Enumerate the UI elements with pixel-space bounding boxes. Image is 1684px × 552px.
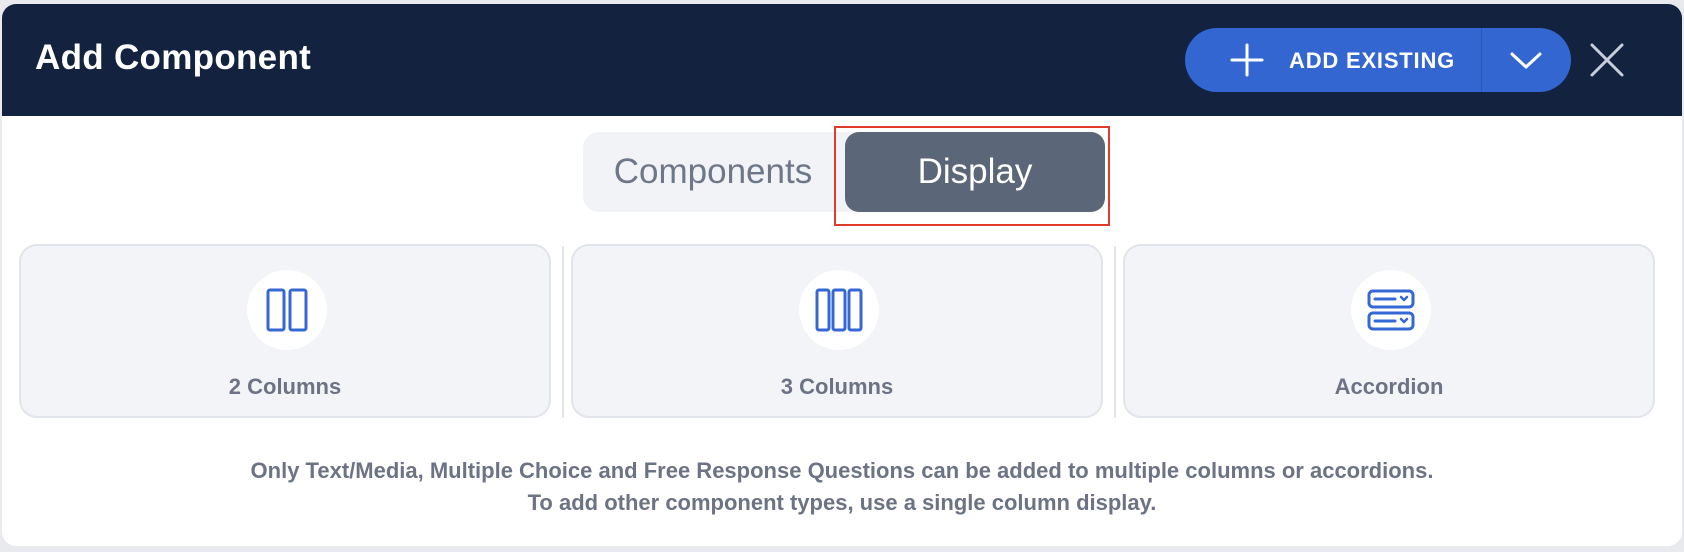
add-existing-split-button: ADD EXISTING: [1185, 28, 1571, 92]
tab-display[interactable]: Display: [845, 132, 1105, 212]
add-existing-button[interactable]: ADD EXISTING: [1185, 28, 1481, 92]
card-icon-circle: [799, 270, 879, 350]
three-columns-card[interactable]: 3 Columns: [571, 244, 1103, 418]
card-icon-circle: [1351, 270, 1431, 350]
accordion-card[interactable]: Accordion: [1123, 244, 1655, 418]
two-columns-card[interactable]: 2 Columns: [19, 244, 551, 418]
info-text: Only Text/Media, Multiple Choice and Fre…: [2, 455, 1682, 519]
info-line-2: To add other component types, use a sing…: [527, 490, 1157, 515]
tab-group: Components Display: [583, 132, 1105, 212]
chevron-down-icon: [1510, 52, 1542, 69]
card-divider: [1114, 246, 1116, 418]
card-label: 3 Columns: [780, 374, 894, 399]
accordion-icon: [1367, 289, 1415, 331]
card-label: 2 Columns: [228, 374, 342, 399]
card-label: Accordion: [1334, 374, 1444, 399]
add-component-modal: Add Component ADD EXISTING Components Di…: [2, 4, 1682, 546]
info-line-1: Only Text/Media, Multiple Choice and Fre…: [250, 458, 1434, 483]
add-existing-dropdown-button[interactable]: [1482, 28, 1571, 92]
three-columns-icon: [815, 288, 863, 332]
two-columns-icon: [266, 288, 308, 332]
tab-components[interactable]: Components: [583, 132, 843, 212]
add-existing-label: ADD EXISTING: [1289, 48, 1456, 73]
modal-header: Add Component ADD EXISTING: [2, 4, 1682, 116]
modal-title: Add Component: [35, 38, 312, 77]
plus-icon: [1230, 43, 1264, 77]
card-divider: [562, 246, 564, 418]
card-icon-circle: [247, 270, 327, 350]
close-icon[interactable]: [1589, 42, 1625, 78]
